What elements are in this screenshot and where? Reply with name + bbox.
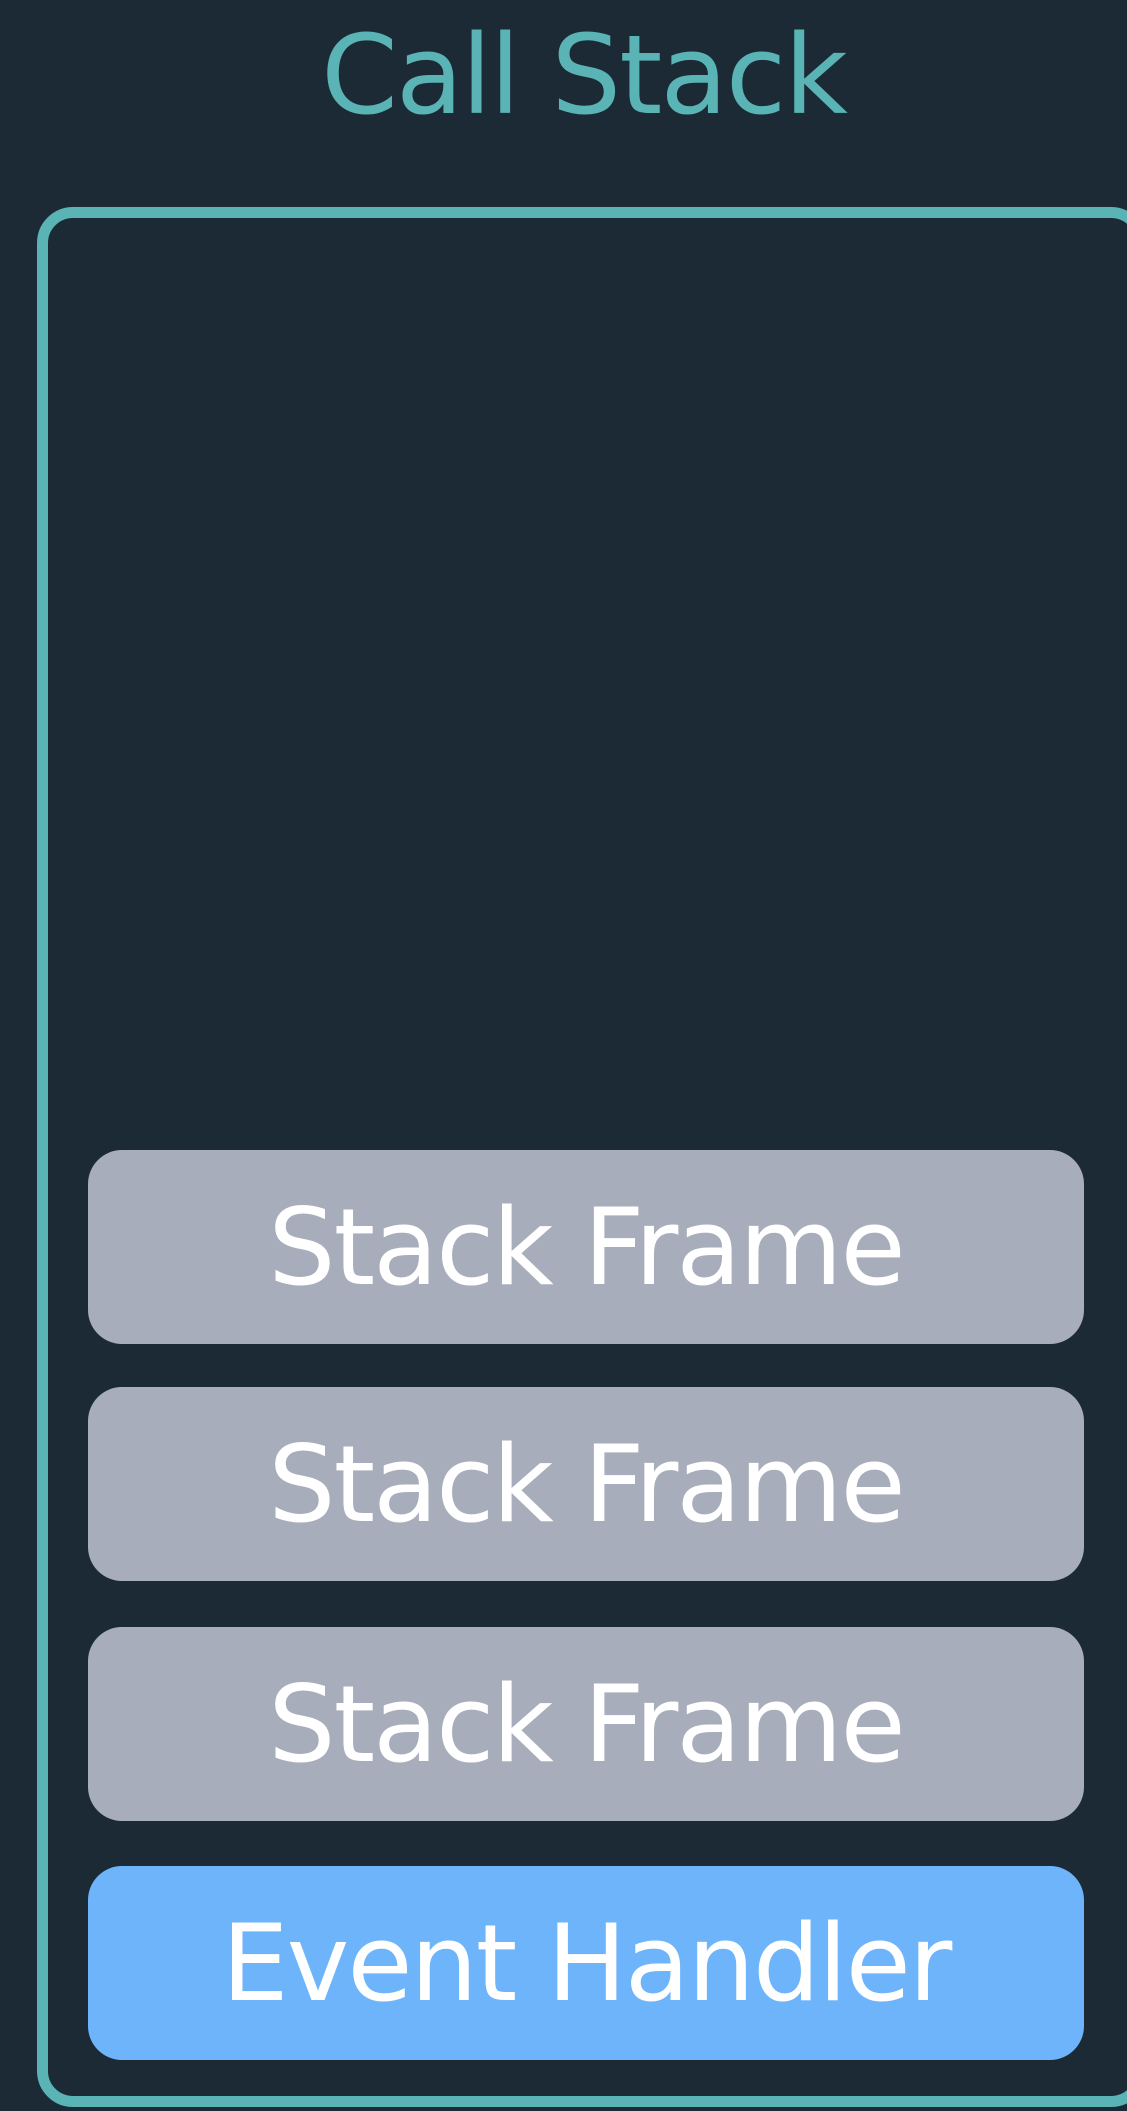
call-stack-title: Call Stack [321, 11, 848, 139]
stack-frame: Stack Frame [88, 1150, 1084, 1344]
stack-frame: Stack Frame [88, 1627, 1084, 1821]
event-handler-frame: Event Handler [88, 1866, 1084, 2060]
stack-frame: Stack Frame [88, 1387, 1084, 1581]
